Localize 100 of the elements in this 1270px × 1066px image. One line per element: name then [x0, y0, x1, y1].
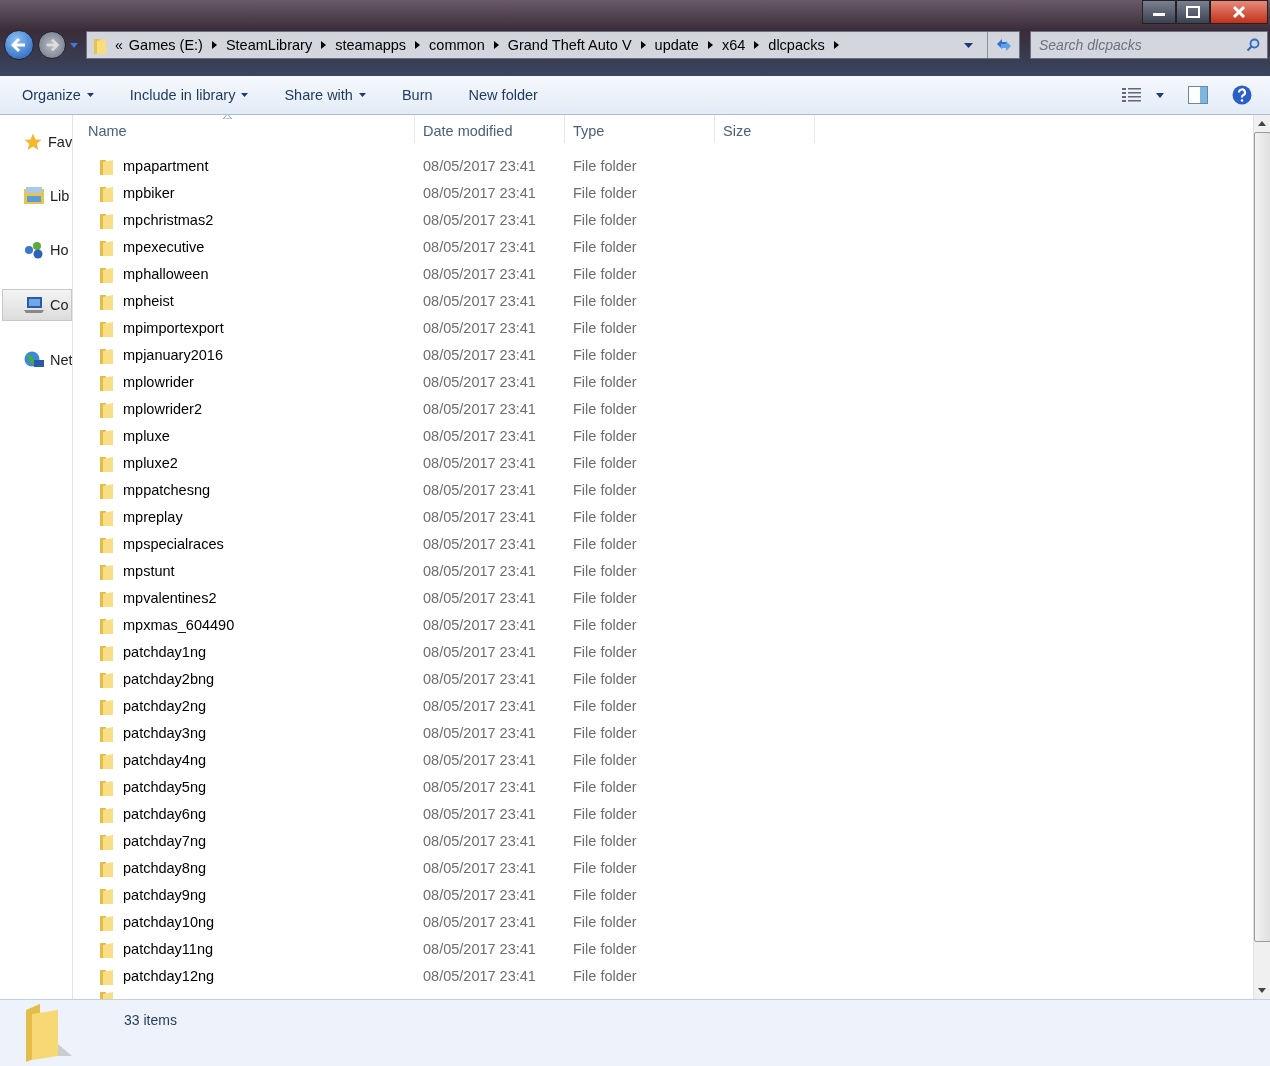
file-name[interactable]: mpexecutive [123, 238, 205, 255]
file-name[interactable]: patchday4ng [123, 751, 207, 768]
file-name[interactable]: mplowrider2 [123, 400, 202, 417]
file-name[interactable]: patchday9ng [123, 886, 207, 903]
caret-icon[interactable] [1156, 92, 1164, 98]
table-cell-text: File folder [572, 616, 638, 633]
breadcrumb-link[interactable]: x64 [721, 37, 746, 53]
file-name[interactable]: patchday6ng [123, 805, 207, 822]
address-bar[interactable]: « Games (E:) SteamLibrary steamapps common Grand Theft Auto V update x64 dlcpacks [86, 31, 1020, 59]
file-name[interactable]: patchday1ng [123, 643, 207, 660]
table-cell-text: File folder [572, 535, 638, 552]
breadcrumb-link[interactable]: Grand Theft Auto V [507, 37, 632, 53]
file-name[interactable]: mpheist [123, 292, 174, 309]
table-cell-text: 08/05/2017 23:41 [422, 616, 537, 633]
arrow-icon[interactable] [415, 41, 421, 49]
breadcrumb-link[interactable]: common [429, 37, 485, 53]
toolbar-button[interactable]: Include in library [119, 83, 259, 107]
navigation-item[interactable]: Co [2, 289, 72, 321]
toolbar-button[interactable]: New folder [458, 83, 548, 107]
file-name[interactable]: patchday8ng [123, 859, 207, 876]
file-name[interactable]: mpluxe2 [123, 454, 178, 471]
file-name[interactable]: patchday10ng [123, 913, 215, 930]
arrow-icon[interactable] [640, 41, 646, 49]
table-cell-text: File folder [572, 697, 638, 714]
forward-button[interactable] [38, 31, 66, 59]
back-button[interactable] [4, 30, 34, 60]
arrow-icon[interactable] [833, 41, 839, 49]
column-header[interactable]: Size [715, 115, 815, 143]
table-cell-text: File folder [572, 751, 638, 768]
column-header[interactable]: Date modified [415, 115, 565, 143]
table-cell-text: File folder [572, 724, 638, 741]
file-name[interactable]: mpbiker [123, 184, 175, 201]
file-name[interactable]: mpreplay [123, 508, 183, 525]
file-name[interactable]: mppatchesng [123, 481, 211, 498]
table-cell-text: 08/05/2017 23:41 [422, 805, 537, 822]
maximize-button[interactable] [1176, 0, 1210, 24]
navigation-item[interactable]: Fav [0, 127, 72, 157]
preview-pane-icon[interactable] [1188, 86, 1208, 104]
table-cell-text: File folder [572, 238, 638, 255]
file-name[interactable]: mpjanuary2016 [123, 346, 223, 363]
arrow-icon[interactable] [493, 41, 499, 49]
search-field[interactable]: Search dlcpacks [1030, 31, 1268, 59]
toolbar-button[interactable]: Organize [12, 83, 104, 107]
table-cell-text: File folder [572, 400, 638, 417]
file-name[interactable]: mpluxe [123, 427, 170, 444]
table-cell-text: File folder [572, 265, 638, 282]
file-name[interactable]: mphalloween [123, 265, 209, 282]
file-name[interactable]: mpspecialraces [123, 535, 224, 552]
minimize-button[interactable] [1142, 0, 1176, 24]
file-name[interactable]: patchday11ng [123, 940, 214, 957]
file-name[interactable]: patchday2bng [123, 670, 215, 687]
scroll-down-arrow-icon[interactable] [1258, 988, 1266, 993]
arrow-icon[interactable] [211, 41, 217, 49]
table-cell-text: File folder [572, 346, 638, 363]
help-icon[interactable] [1232, 85, 1252, 105]
close-button[interactable] [1210, 0, 1268, 24]
table-cell-text: File folder [572, 508, 638, 525]
caret-icon[interactable] [964, 42, 973, 48]
breadcrumb-link[interactable]: SteamLibrary [225, 37, 313, 53]
table-cell-text: 08/05/2017 23:41 [422, 373, 537, 390]
navigation-item[interactable]: Net [0, 345, 72, 375]
navigation-item[interactable]: Ho [0, 235, 72, 265]
table-cell-text: 08/05/2017 23:41 [422, 238, 537, 255]
file-name[interactable]: patchday3ng [123, 724, 207, 741]
table-cell-text: 08/05/2017 23:41 [422, 967, 537, 984]
table-cell-text: 08/05/2017 23:41 [422, 184, 537, 201]
file-name[interactable]: mpimportexport [123, 319, 224, 336]
file-name[interactable]: patchday5ng [123, 778, 207, 795]
table-cell-text: 08/05/2017 23:41 [422, 157, 537, 174]
navigation-label: Co [50, 297, 69, 313]
table-cell-text: 08/05/2017 23:41 [422, 481, 537, 498]
breadcrumb-link[interactable]: Games (E:) [128, 37, 203, 53]
view-options-icon[interactable] [1122, 87, 1142, 103]
arrow-icon[interactable] [707, 41, 713, 49]
toolbar-button[interactable]: Burn [391, 83, 443, 107]
file-name[interactable]: patchday7ng [123, 832, 207, 849]
breadcrumb-link[interactable]: steamapps [335, 37, 407, 53]
overflow-chevron[interactable]: « [115, 37, 123, 53]
file-name[interactable]: mplowrider [123, 373, 194, 390]
file-name[interactable]: patchday2ng [123, 697, 207, 714]
breadcrumb-link[interactable]: update [654, 37, 699, 53]
file-name[interactable]: mpapartment [123, 157, 209, 174]
table-cell-text: File folder [572, 589, 638, 606]
arrow-icon[interactable] [754, 41, 760, 49]
file-name[interactable]: mpchristmas2 [123, 211, 214, 228]
file-name[interactable]: mpstunt [123, 562, 175, 579]
file-name[interactable]: mpxmas_604490 [123, 616, 235, 633]
arrow-icon[interactable] [321, 41, 327, 49]
column-header[interactable]: Name [73, 115, 415, 143]
file-name[interactable]: mpvalentines2 [123, 589, 217, 606]
navigation-label: Net [50, 352, 72, 368]
column-header[interactable]: Type [565, 115, 715, 143]
scroll-up-arrow-icon[interactable] [1258, 121, 1266, 126]
breadcrumb-link[interactable]: dlcpacks [768, 37, 825, 53]
navigation-label: Lib [50, 188, 70, 204]
navigation-item[interactable]: Lib [0, 181, 72, 211]
table-cell-text: File folder [572, 562, 638, 579]
file-name[interactable]: patchday12ng [123, 967, 215, 984]
toolbar-button[interactable]: Share with [274, 83, 376, 107]
table-cell-text: 08/05/2017 23:41 [422, 562, 537, 579]
